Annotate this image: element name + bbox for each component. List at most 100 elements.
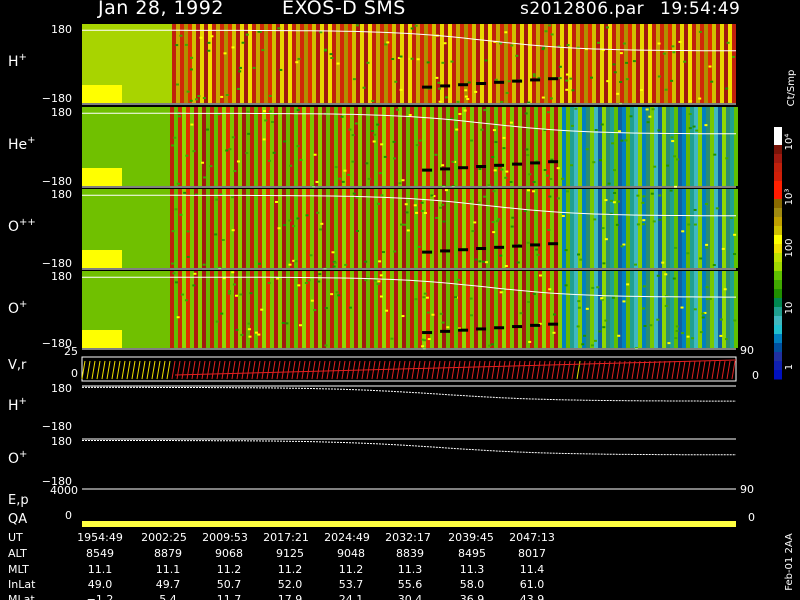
spectrogram-stripe xyxy=(650,189,654,268)
count-speckle xyxy=(622,243,626,246)
count-speckle xyxy=(570,164,574,167)
spectrogram-stripe xyxy=(426,189,430,268)
spectrogram-stripe xyxy=(430,189,434,268)
spectrogram-stripe xyxy=(334,189,338,268)
count-speckle xyxy=(591,286,595,289)
count-speckle xyxy=(201,161,205,164)
spectrogram-stripe xyxy=(358,107,362,186)
count-speckle xyxy=(399,88,403,91)
count-speckle xyxy=(252,66,256,69)
spectrogram-stripe xyxy=(342,107,346,186)
count-speckle xyxy=(732,55,736,58)
count-speckle xyxy=(317,280,321,283)
spectrogram-stripe xyxy=(590,271,594,348)
spectrogram-stripe xyxy=(350,271,354,348)
spectrogram-stripe xyxy=(202,189,206,268)
spectrogram-stripe xyxy=(730,271,734,348)
count-speckle xyxy=(406,229,410,232)
spectrogram-stripe xyxy=(698,271,702,348)
spectrogram-stripe xyxy=(362,189,366,268)
data-gap-mark xyxy=(530,323,541,327)
count-speckle xyxy=(547,228,551,231)
spectrogram-stripe xyxy=(526,189,530,268)
colorbar-swatch xyxy=(774,235,782,245)
spectrogram-stripe xyxy=(708,24,712,103)
spectrogram-stripe xyxy=(502,189,506,268)
data-gap-mark xyxy=(512,325,523,329)
count-speckle xyxy=(611,296,615,299)
spectrogram-stripe xyxy=(574,107,578,186)
spectrogram-stripe xyxy=(462,189,466,268)
spectrogram-stripe xyxy=(478,189,482,268)
spectrogram-stripe xyxy=(626,271,630,348)
spectrogram-stripe xyxy=(574,189,578,268)
count-speckle xyxy=(355,230,359,233)
count-speckle xyxy=(499,42,503,45)
count-speckle xyxy=(215,320,219,323)
count-speckle xyxy=(236,160,240,163)
count-speckle xyxy=(233,170,237,173)
spectrogram-stripe xyxy=(410,271,414,348)
count-speckle xyxy=(348,128,352,131)
y-tick-top: 180 xyxy=(51,188,72,201)
colorbar-swatch xyxy=(774,190,782,200)
count-speckle xyxy=(616,92,620,95)
count-speckle xyxy=(646,121,650,124)
count-speckle xyxy=(689,100,693,103)
spectrogram-stripe xyxy=(456,24,460,103)
count-speckle xyxy=(610,199,614,202)
ephemeris-cell: 11.1 xyxy=(88,563,113,576)
count-speckle xyxy=(528,173,532,176)
count-speckle xyxy=(468,200,472,203)
count-speckle xyxy=(596,286,600,289)
count-speckle xyxy=(264,119,268,122)
spectrogram-stripe xyxy=(452,24,456,103)
spectrogram-stripe xyxy=(310,107,314,186)
count-speckle xyxy=(502,136,506,139)
y-tick-bottom: −180 xyxy=(42,92,72,105)
count-speckle xyxy=(650,192,654,195)
spectrogram-stripe xyxy=(666,189,670,268)
count-speckle xyxy=(688,127,692,130)
count-speckle xyxy=(355,196,359,199)
count-speckle xyxy=(426,61,430,64)
low-energy-blob xyxy=(82,250,122,268)
count-speckle xyxy=(335,291,339,294)
spectrogram-stripe xyxy=(686,189,690,268)
count-speckle xyxy=(579,258,583,261)
count-speckle xyxy=(437,87,441,90)
count-speckle xyxy=(527,301,531,304)
spectrogram-stripe xyxy=(470,271,474,348)
spectrogram-stripe xyxy=(554,107,558,186)
spectrogram-stripe xyxy=(266,107,270,186)
count-speckle xyxy=(262,138,266,141)
count-speckle xyxy=(190,56,194,59)
spectrogram-stripe xyxy=(414,271,418,348)
spectrogram-stripe xyxy=(290,189,294,268)
count-speckle xyxy=(415,211,419,214)
spectrogram-stripe xyxy=(298,271,302,348)
count-speckle xyxy=(376,202,380,205)
spectrogram-stripe xyxy=(308,24,312,103)
spectrogram-stripe xyxy=(418,271,422,348)
colorbar-swatch xyxy=(774,370,782,380)
count-speckle xyxy=(625,78,629,81)
spectrogram-stripe xyxy=(342,189,346,268)
count-speckle xyxy=(438,100,442,103)
spectrogram-stripe xyxy=(510,107,514,186)
spectrogram-stripe xyxy=(412,24,416,103)
count-speckle xyxy=(725,157,729,160)
spectrogram-stripe xyxy=(370,189,374,268)
spectrogram-stripe xyxy=(684,24,688,103)
pitch-angle-trace xyxy=(82,440,736,456)
count-speckle xyxy=(585,148,589,151)
count-speckle xyxy=(492,231,496,234)
count-speckle xyxy=(247,322,251,325)
count-speckle xyxy=(549,177,553,180)
spectrogram-stripe xyxy=(246,189,250,268)
count-speckle xyxy=(550,33,554,36)
count-speckle xyxy=(500,100,504,103)
count-speckle xyxy=(268,110,272,113)
count-speckle xyxy=(604,319,608,322)
spectrogram-stripe xyxy=(598,189,602,268)
